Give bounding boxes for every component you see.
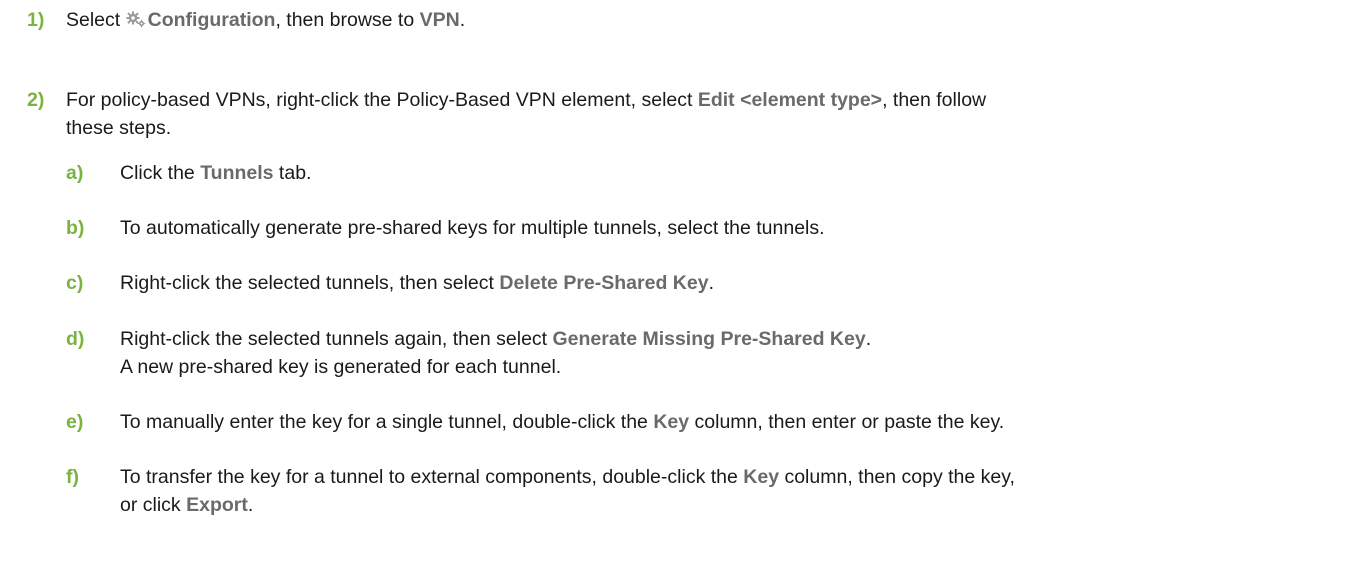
text-run: these steps. — [66, 117, 172, 139]
text-run: . — [247, 494, 254, 516]
text-run: column, then enter or paste the key. — [689, 411, 1005, 433]
ui-term-key: Key — [653, 411, 690, 433]
text-run: For policy-based VPNs, right-click the P… — [66, 89, 698, 111]
text-run: To transfer the key for a tunnel to exte… — [120, 466, 744, 488]
ui-term-generate-missing-pre-shared-key: Generate Missing Pre-Shared Key — [552, 328, 866, 350]
ui-term-configuration: Configuration — [147, 9, 276, 31]
substep-text: Click the Tunnels tab. — [120, 159, 1328, 187]
step-number: 1) — [27, 9, 45, 31]
text-run: . — [708, 272, 714, 294]
text-run: To manually enter the key for a single t… — [120, 411, 654, 433]
substep-text: Right-click the selected tunnels again, … — [120, 325, 1328, 381]
ui-term-key: Key — [743, 466, 780, 488]
substep-text: To automatically generate pre-shared key… — [120, 214, 1328, 242]
text-run: To automatically generate pre-shared key… — [120, 217, 825, 239]
text-run: . — [865, 328, 872, 350]
substep-letter: f) — [66, 466, 79, 488]
substep-letter: e) — [66, 411, 84, 433]
ui-term-tunnels: Tunnels — [200, 162, 274, 184]
text-run: Select — [66, 9, 126, 31]
substep-letter: a) — [66, 162, 84, 184]
step-text: Select Configuration, then browse to VPN… — [66, 6, 1308, 34]
text-run: , then follow — [882, 89, 987, 111]
step-number: 2) — [27, 89, 45, 111]
ui-term-export: Export — [186, 494, 248, 516]
substep-letter: b) — [66, 217, 85, 239]
gear-icon — [126, 10, 146, 28]
procedure-page: 1) Select Configuration, then browse to … — [0, 0, 1348, 574]
substep-text: Right-click the selected tunnels, then s… — [120, 269, 1328, 297]
text-run: tab. — [273, 162, 312, 184]
substep-text: To transfer the key for a tunnel to exte… — [120, 463, 1328, 519]
ui-term-edit-element-type: Edit <element type> — [697, 89, 883, 111]
step-text: For policy-based VPNs, right-click the P… — [66, 86, 1308, 142]
substep-letter: d) — [66, 328, 85, 350]
text-run: Click the — [120, 162, 201, 184]
text-run: . — [459, 9, 466, 31]
text-run: , then browse to — [275, 9, 420, 31]
substep-result-note: A new pre-shared key is generated for ea… — [120, 356, 562, 378]
substep-letter: c) — [66, 272, 84, 294]
ui-term-delete-pre-shared-key: Delete Pre-Shared Key — [499, 272, 709, 294]
text-run: Right-click the selected tunnels, then s… — [120, 272, 500, 294]
text-run: or click — [120, 494, 187, 516]
text-run: column, then copy the key, — [779, 466, 1015, 488]
substep-text: To manually enter the key for a single t… — [120, 408, 1328, 436]
ui-term-vpn: VPN — [419, 9, 460, 31]
text-run: Right-click the selected tunnels again, … — [120, 328, 553, 350]
